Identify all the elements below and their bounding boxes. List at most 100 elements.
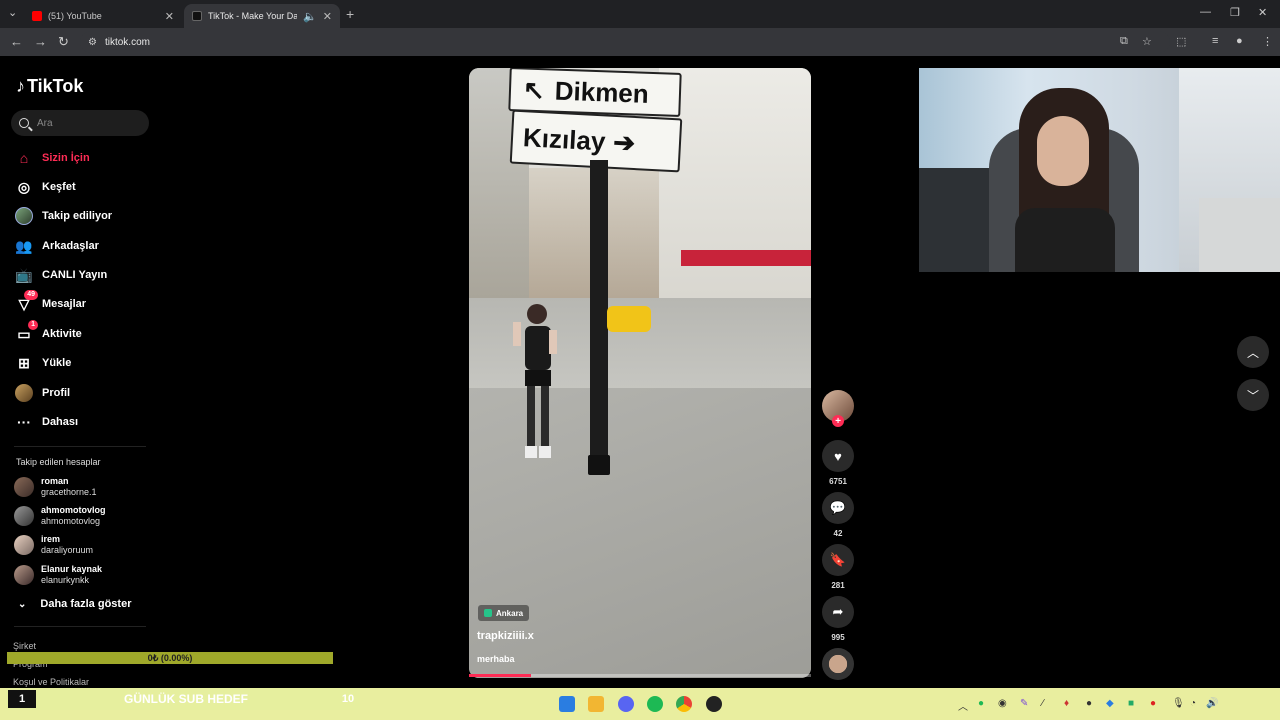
comment-button[interactable]: 💬 xyxy=(822,492,854,524)
close-icon[interactable]: ✕ xyxy=(323,10,332,23)
nav-more[interactable]: ··· Dahası xyxy=(14,411,78,433)
reload-icon[interactable]: ↻ xyxy=(58,34,69,50)
footer-link-company[interactable]: Şirket xyxy=(13,641,36,651)
following-account[interactable]: Elanur kaynak elanurkynkk xyxy=(14,564,102,586)
extensions-icon[interactable]: ⬚ xyxy=(1176,35,1186,48)
footer-link-terms[interactable]: Koşul ve Politikalar xyxy=(13,677,89,687)
tray-app-icon[interactable]: ◆ xyxy=(1106,698,1114,709)
tab-title: TikTok - Make Your Day xyxy=(208,11,298,21)
tray-github-icon[interactable]: ● xyxy=(1086,698,1092,709)
microphone-icon[interactable]: 🎙 xyxy=(1172,698,1185,709)
following-avatar-icon xyxy=(14,206,34,226)
sub-goal-target: 10 xyxy=(341,693,355,705)
tray-app-icon[interactable]: ♦ xyxy=(1064,698,1069,709)
browser-tab-bar: ⌄ (51) YouTube ✕ TikTok - Make Your Day … xyxy=(0,0,1280,28)
tab-search-icon[interactable]: ⌄ xyxy=(8,6,17,19)
restore-icon[interactable]: ❐ xyxy=(1230,6,1240,19)
chevron-up-icon: ︿ xyxy=(1246,345,1259,360)
taxi xyxy=(607,306,651,332)
chevron-down-icon: ﹀ xyxy=(1246,388,1259,403)
avatar xyxy=(14,565,34,585)
tray-overflow-icon[interactable]: ︿ xyxy=(958,698,968,713)
show-more-label: Daha fazla göster xyxy=(40,598,132,610)
street-sign-top: ↖ Dikmen xyxy=(508,68,682,117)
tray-spotify-icon[interactable]: ● xyxy=(978,698,984,709)
forward-icon[interactable]: → xyxy=(34,34,47,49)
like-button[interactable]: ♥ xyxy=(822,440,854,472)
save-button[interactable]: 🔖 xyxy=(822,544,854,576)
next-video-button[interactable]: ﹀ xyxy=(1237,379,1269,411)
windows-start-icon[interactable] xyxy=(559,696,575,712)
volume-icon[interactable]: 🔊 xyxy=(1206,698,1218,709)
share-count: 995 xyxy=(831,633,845,642)
tray-slash-icon[interactable]: ∕ xyxy=(1042,698,1044,709)
following-section-title: Takip edilen hesaplar xyxy=(16,457,101,467)
account-handle: daraliyoruum xyxy=(41,545,94,555)
obs-icon[interactable] xyxy=(706,696,722,712)
file-explorer-icon[interactable] xyxy=(588,696,604,712)
close-window-icon[interactable]: ✕ xyxy=(1258,6,1267,19)
tray-steam-icon[interactable]: ◉ xyxy=(998,698,1007,709)
tray-app-icon[interactable]: ■ xyxy=(1128,698,1134,709)
tiktok-logo[interactable]: ♪ TikTok xyxy=(16,76,83,97)
address-bar-row: ← → ↻ ⚙ tiktok.com ⧉ ☆ ⬚ ≡ ● ⋮ xyxy=(0,28,1280,56)
tab-tiktok[interactable]: TikTok - Make Your Day 🔈 ✕ xyxy=(184,4,340,28)
following-account[interactable]: ahmomotovlog ahmomotovlog xyxy=(14,505,106,527)
location-chip[interactable]: Ankara xyxy=(478,605,530,621)
comment-icon: 💬 xyxy=(829,500,847,515)
face xyxy=(1037,116,1089,186)
profile-icon[interactable]: ● xyxy=(1236,35,1243,47)
video-author[interactable]: trapkiziiii.x xyxy=(477,630,534,642)
nav-live[interactable]: 📺 CANLI Yayın xyxy=(14,264,107,286)
show-more-button[interactable]: ⌄ Daha fazla göster xyxy=(18,598,131,610)
new-tab-button[interactable]: + xyxy=(346,6,354,22)
back-icon[interactable]: ← xyxy=(10,34,23,49)
tray-record-icon[interactable]: ● xyxy=(1150,698,1156,709)
nav-upload[interactable]: ⊞ Yükle xyxy=(14,352,71,374)
search-box[interactable] xyxy=(11,110,149,136)
speaker-icon[interactable]: 🔈 xyxy=(303,10,317,23)
media-control-icon[interactable]: ≡ xyxy=(1212,35,1218,47)
chrome-icon[interactable] xyxy=(676,696,692,712)
spotify-icon[interactable] xyxy=(647,696,663,712)
nav-profile[interactable]: Profil xyxy=(14,382,70,404)
account-name: irem xyxy=(41,534,61,544)
heart-icon: ♥ xyxy=(834,448,842,464)
menu-kebab-icon[interactable]: ⋮ xyxy=(1262,35,1273,48)
previous-video-button[interactable]: ︿ xyxy=(1237,336,1269,368)
nav-activity[interactable]: ▭ 1 Aktivite xyxy=(14,320,82,345)
tab-title: (51) YouTube xyxy=(48,11,102,21)
tray-pen-icon[interactable]: ✎ xyxy=(1020,698,1028,709)
bookmark-star-icon[interactable]: ☆ xyxy=(1142,35,1152,48)
discord-icon[interactable] xyxy=(618,696,634,712)
sound-disc[interactable] xyxy=(822,648,854,680)
following-account[interactable]: roman gracethorne.1 xyxy=(14,476,97,498)
divider xyxy=(14,446,146,447)
nav-for-you[interactable]: ⌂ Sizin İçin xyxy=(14,147,90,169)
tiktok-icon xyxy=(192,11,202,21)
search-input[interactable] xyxy=(37,117,137,129)
network-icon[interactable]: ◔ xyxy=(1190,698,1196,709)
youtube-icon xyxy=(32,11,42,21)
upload-icon: ⊞ xyxy=(18,354,30,371)
follow-plus-button[interactable]: + xyxy=(832,415,844,427)
nav-following[interactable]: Takip ediliyor xyxy=(14,205,112,227)
following-account[interactable]: irem daraliyoruum xyxy=(14,534,93,556)
nav-messages[interactable]: ▽ 49 Mesajlar xyxy=(14,290,86,315)
video-progress-bar[interactable] xyxy=(469,674,811,677)
minimize-icon[interactable]: — xyxy=(1200,6,1211,18)
sign-pole xyxy=(590,160,608,470)
nav-label: Profil xyxy=(42,387,71,399)
nav-explore[interactable]: ◎ Keşfet xyxy=(14,176,76,198)
site-info-icon[interactable]: ⚙ xyxy=(88,37,97,48)
activity-icon: ▭ 1 xyxy=(14,320,38,344)
url-field[interactable]: ⚙ tiktok.com xyxy=(80,31,1170,53)
install-app-icon[interactable]: ⧉ xyxy=(1120,35,1128,48)
radiator xyxy=(1199,198,1280,272)
share-button[interactable]: ➦ xyxy=(822,596,854,628)
tab-youtube[interactable]: (51) YouTube ✕ xyxy=(24,4,182,28)
nav-friends[interactable]: 👥 Arkadaşlar xyxy=(14,235,99,257)
arrow-right-icon: ➔ xyxy=(612,126,636,158)
close-icon[interactable]: ✕ xyxy=(165,10,174,23)
sign-bottom-text: Kızılay xyxy=(522,121,607,156)
